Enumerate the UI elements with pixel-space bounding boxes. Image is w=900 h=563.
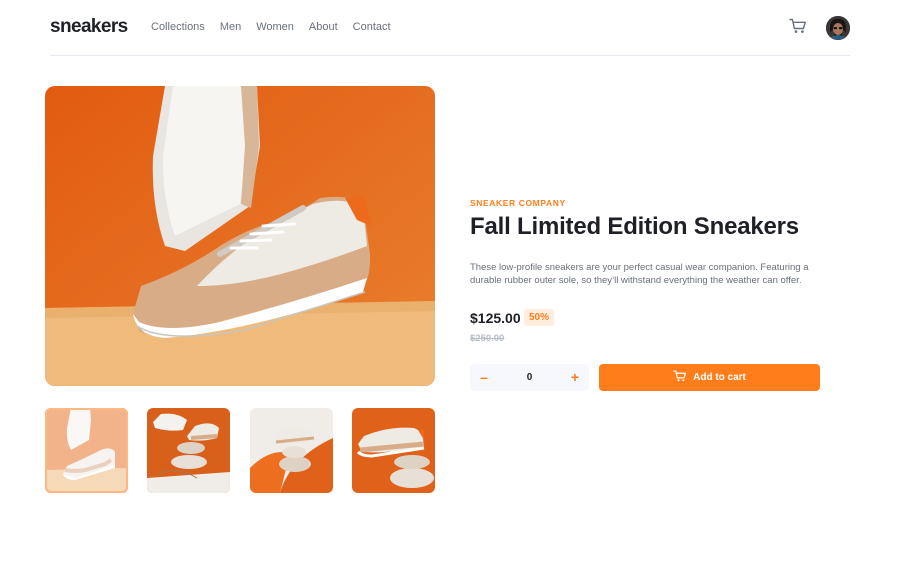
nav-contact[interactable]: Contact [353,21,391,33]
cart-icon[interactable] [789,18,807,34]
nav-women[interactable]: Women [256,21,294,33]
main-nav: Collections Men Women About Contact [151,21,406,33]
product-description: These low-profile sneakers are your perf… [470,262,809,286]
logo[interactable]: sneakers [50,16,128,38]
nav-men[interactable]: Men [220,21,241,33]
minus-button[interactable]: – [470,364,498,391]
cart-icon [673,369,687,387]
product-title: Fall Limited Edition Sneakers [470,213,799,240]
nav-about[interactable]: About [309,21,338,33]
quantity-stepper: – 0 + [470,364,589,391]
nav-collections[interactable]: Collections [151,21,205,33]
avatar[interactable] [826,16,850,40]
product-thumbnail-3[interactable] [250,408,333,493]
product-thumbnail-4[interactable] [352,408,435,493]
current-price: $125.00 [470,310,521,326]
quantity-value: 0 [526,372,533,383]
add-to-cart-label: Add to cart [693,372,746,383]
product-thumbnail-1[interactable] [45,408,128,493]
header-divider [50,55,850,56]
product-image-main[interactable] [45,86,435,386]
plus-button[interactable]: + [561,364,589,391]
company-name: SNEAKER COMPANY [470,198,566,208]
add-to-cart-button[interactable]: Add to cart [599,364,820,391]
product-thumbnail-2[interactable] [147,408,230,493]
original-price: $250.00 [470,333,505,344]
discount-badge: 50% [524,309,555,326]
